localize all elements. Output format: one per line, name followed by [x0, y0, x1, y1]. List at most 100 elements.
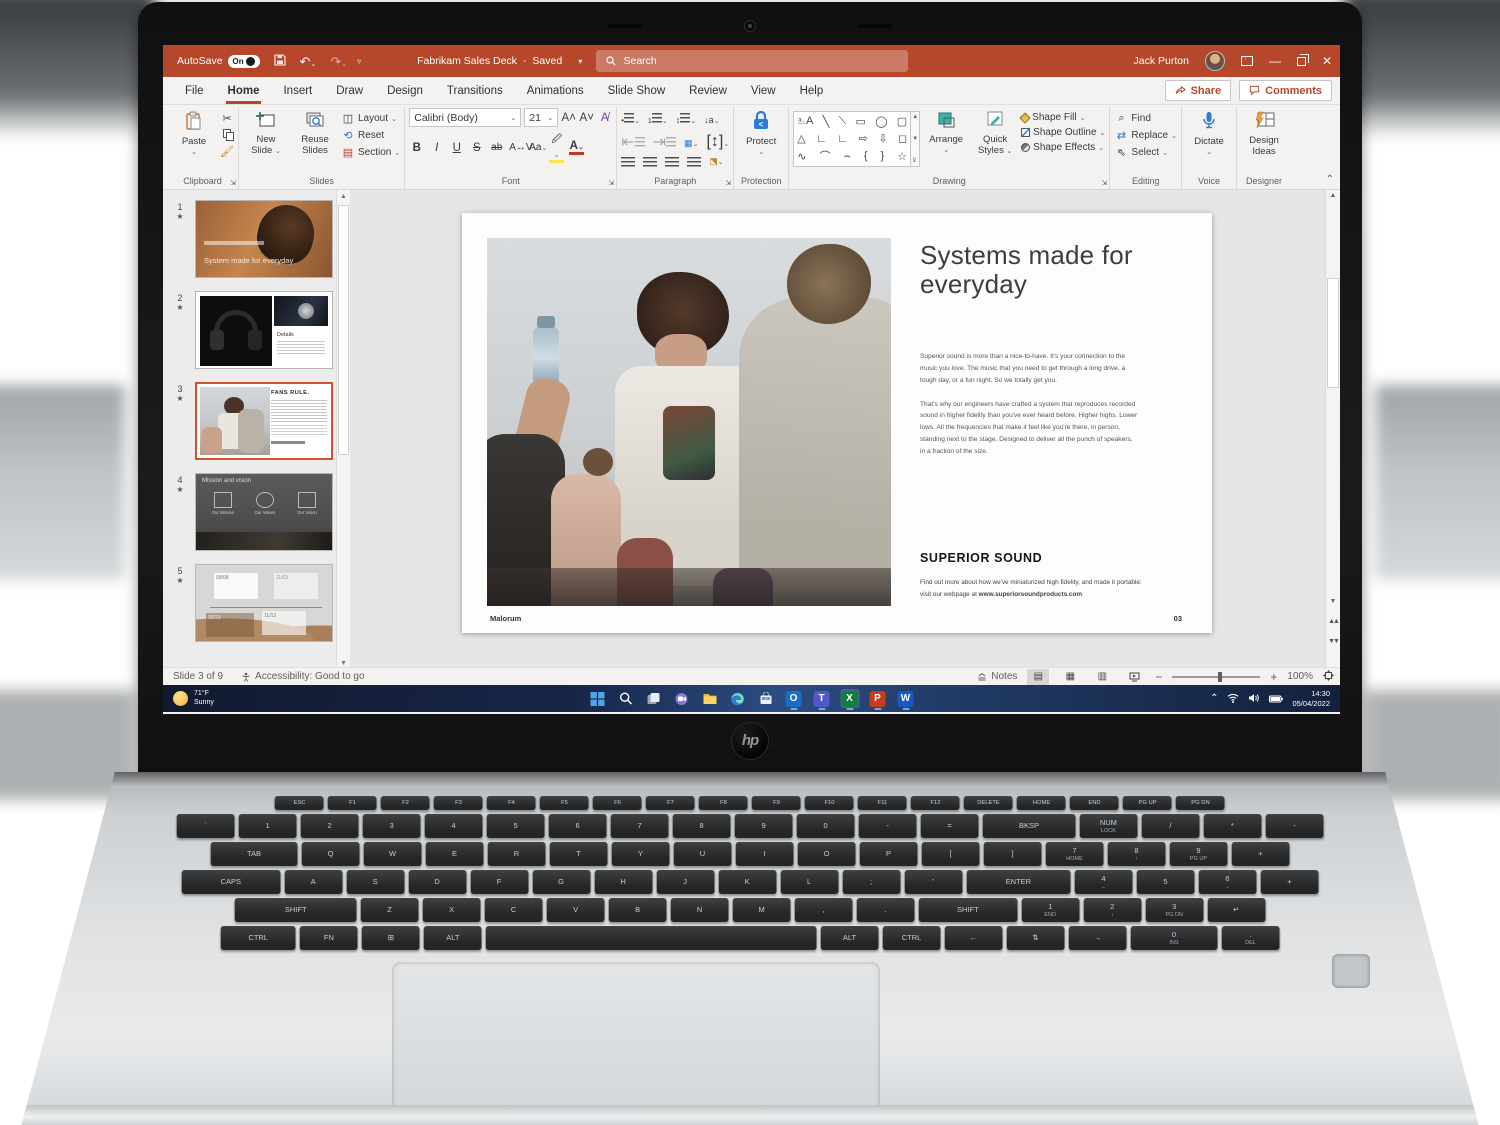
- autosave-toggle[interactable]: AutoSave On: [177, 55, 260, 68]
- tray-expand-icon[interactable]: ⌃: [1210, 693, 1218, 704]
- protect-button[interactable]: < Protect⌄: [738, 108, 784, 157]
- next-slide-icon[interactable]: ▼▼: [1326, 638, 1340, 645]
- ribbon-tab-help[interactable]: Help: [788, 77, 836, 104]
- select-button[interactable]: ⇖Select⌄: [1114, 146, 1177, 159]
- previous-slide-icon[interactable]: ▲▲: [1326, 618, 1340, 625]
- copy-icon[interactable]: [220, 129, 234, 141]
- drawing-dialog-launcher-icon[interactable]: ⇲: [1102, 179, 1108, 187]
- volume-icon[interactable]: [1248, 690, 1260, 708]
- underline-icon[interactable]: U: [449, 142, 464, 154]
- reuse-slides-button[interactable]: ReuseSlides: [292, 108, 338, 157]
- decrease-font-icon[interactable]: A˅: [579, 112, 594, 124]
- bullets-icon[interactable]: •⌄: [621, 110, 640, 128]
- user-avatar[interactable]: [1205, 51, 1225, 71]
- section-button[interactable]: ▤Section⌄: [341, 146, 400, 159]
- slide-thumbnail-4[interactable]: Mission and vision Our Mission Our Value…: [195, 473, 333, 551]
- taskbar-clock[interactable]: 14:3005/04/2022: [1292, 689, 1330, 709]
- task-view-icon[interactable]: [644, 689, 663, 708]
- slide-title[interactable]: Systems made for everyday: [920, 241, 1190, 299]
- save-icon[interactable]: [274, 54, 286, 68]
- slide-body[interactable]: Superior sound is more than a nice-to-ha…: [920, 351, 1138, 470]
- smartart-icon[interactable]: ⬔⌄: [709, 156, 723, 167]
- justify-icon[interactable]: [687, 157, 701, 167]
- numbering-icon[interactable]: 1⌄: [648, 110, 668, 128]
- microsoft-store-icon[interactable]: [756, 689, 775, 708]
- undo-icon[interactable]: ↶⌄: [300, 55, 317, 68]
- slideshow-button[interactable]: [1123, 669, 1145, 685]
- canvas-scroll-down-icon[interactable]: ▼: [1326, 598, 1340, 605]
- format-painter-icon[interactable]: 🖌: [220, 145, 234, 158]
- italic-icon[interactable]: I: [429, 142, 444, 154]
- ribbon-tab-review[interactable]: Review: [677, 77, 739, 104]
- comments-button[interactable]: Comments: [1239, 80, 1332, 101]
- quick-styles-button[interactable]: QuickStyles ⌄: [972, 108, 1018, 157]
- thumbnail-scrollbar[interactable]: ▲ ▼: [336, 190, 350, 667]
- change-case-icon[interactable]: Aa⌄: [529, 142, 544, 153]
- collapse-ribbon-icon[interactable]: ⌃: [1326, 174, 1334, 185]
- align-left-icon[interactable]: [621, 157, 635, 167]
- slide-thumbnail-1[interactable]: System made for everyday: [195, 200, 333, 278]
- canvas-scroll-up-icon[interactable]: ▲: [1326, 192, 1340, 199]
- paste-button[interactable]: Paste⌄: [171, 108, 217, 157]
- shape-gallery-scroll[interactable]: ▲▼⊻: [911, 111, 920, 167]
- scroll-down-icon[interactable]: ▼: [337, 660, 350, 667]
- decrease-indent-icon[interactable]: ⇤: [621, 132, 644, 152]
- scrollbar-thumb[interactable]: [338, 205, 349, 455]
- font-name-combo[interactable]: Calibri (Body)⌄: [409, 108, 521, 127]
- zoom-slider[interactable]: [1172, 676, 1260, 678]
- shape-outline-button[interactable]: Shape Outline⌄: [1021, 127, 1105, 138]
- battery-icon[interactable]: [1269, 690, 1283, 708]
- slide-thumbnail-2[interactable]: Details: [195, 291, 333, 369]
- outlook-icon[interactable]: O: [784, 689, 803, 708]
- slide-thumbnail-5[interactable]: 09/08 11/03 09/23 11/12: [195, 564, 333, 642]
- ribbon-tab-draw[interactable]: Draw: [324, 77, 375, 104]
- design-ideas-button[interactable]: DesignIdeas: [1241, 108, 1287, 158]
- replace-button[interactable]: ⇄Replace⌄: [1114, 129, 1177, 142]
- slide-indicator[interactable]: Slide 3 of 9: [173, 671, 223, 682]
- shape-effects-button[interactable]: Shape Effects⌄: [1021, 142, 1105, 153]
- slide-heading-2[interactable]: SUPERIOR SOUND: [920, 551, 1042, 565]
- quick-access-dropdown-icon[interactable]: ▿: [357, 57, 361, 66]
- strikethrough-icon[interactable]: S: [469, 142, 484, 154]
- find-button[interactable]: ⌕Find: [1114, 112, 1177, 125]
- arrange-button[interactable]: Arrange⌄: [923, 108, 969, 155]
- canvas-scrollbar-thumb[interactable]: [1327, 278, 1339, 388]
- search-input[interactable]: Search: [596, 50, 908, 72]
- bold-icon[interactable]: B: [409, 142, 424, 154]
- increase-font-icon[interactable]: A˄: [561, 112, 576, 124]
- dictate-button[interactable]: Dictate⌄: [1186, 108, 1232, 157]
- slide-url[interactable]: www.superiorsoundproducts.com: [979, 591, 1082, 598]
- normal-view-button[interactable]: ▤: [1027, 669, 1049, 685]
- taskbar-search-icon[interactable]: [616, 689, 635, 708]
- character-spacing-icon[interactable]: A↔V⌄: [509, 142, 524, 153]
- ribbon-tab-animations[interactable]: Animations: [515, 77, 596, 104]
- ribbon-tab-file[interactable]: File: [173, 77, 216, 104]
- ribbon-tab-slide-show[interactable]: Slide Show: [596, 77, 678, 104]
- notes-button[interactable]: Notes: [977, 671, 1017, 682]
- text-highlight-icon[interactable]: 🖉⌄: [549, 132, 564, 163]
- edge-icon[interactable]: [728, 689, 747, 708]
- columns-icon[interactable]: ▦⌄: [684, 133, 698, 151]
- file-explorer-icon[interactable]: [700, 689, 719, 708]
- align-center-icon[interactable]: [643, 157, 657, 167]
- slide-thumbnail-3-selected[interactable]: FANS RULE.: [195, 382, 333, 460]
- double-strikethrough-icon[interactable]: ab: [489, 142, 504, 153]
- align-right-icon[interactable]: [665, 157, 679, 167]
- teams-icon[interactable]: T: [812, 689, 831, 708]
- close-button[interactable]: ✕: [1322, 54, 1332, 68]
- weather-widget[interactable]: 71°FSunny: [173, 690, 214, 708]
- document-title[interactable]: Fabrikam Sales Deck: [417, 55, 517, 67]
- text-direction-icon[interactable]: ↓a⌄: [704, 110, 719, 128]
- canvas-scrollbar[interactable]: ▲ ▼ ▲▲ ▼▼: [1325, 190, 1340, 667]
- redo-icon[interactable]: ↷⌄: [330, 55, 347, 68]
- fit-slide-button[interactable]: [1323, 670, 1334, 684]
- shape-fill-button[interactable]: Shape Fill⌄: [1021, 112, 1105, 123]
- powerpoint-icon[interactable]: P: [868, 689, 887, 708]
- zoom-slider-knob[interactable]: [1218, 672, 1222, 682]
- ribbon-tab-insert[interactable]: Insert: [271, 77, 324, 104]
- paragraph-dialog-launcher-icon[interactable]: ⇲: [725, 179, 731, 187]
- zoom-in-button[interactable]: +: [1270, 670, 1277, 684]
- zoom-level[interactable]: 100%: [1287, 671, 1313, 682]
- ribbon-tab-transitions[interactable]: Transitions: [435, 77, 515, 104]
- ribbon-display-options-icon[interactable]: [1241, 56, 1253, 66]
